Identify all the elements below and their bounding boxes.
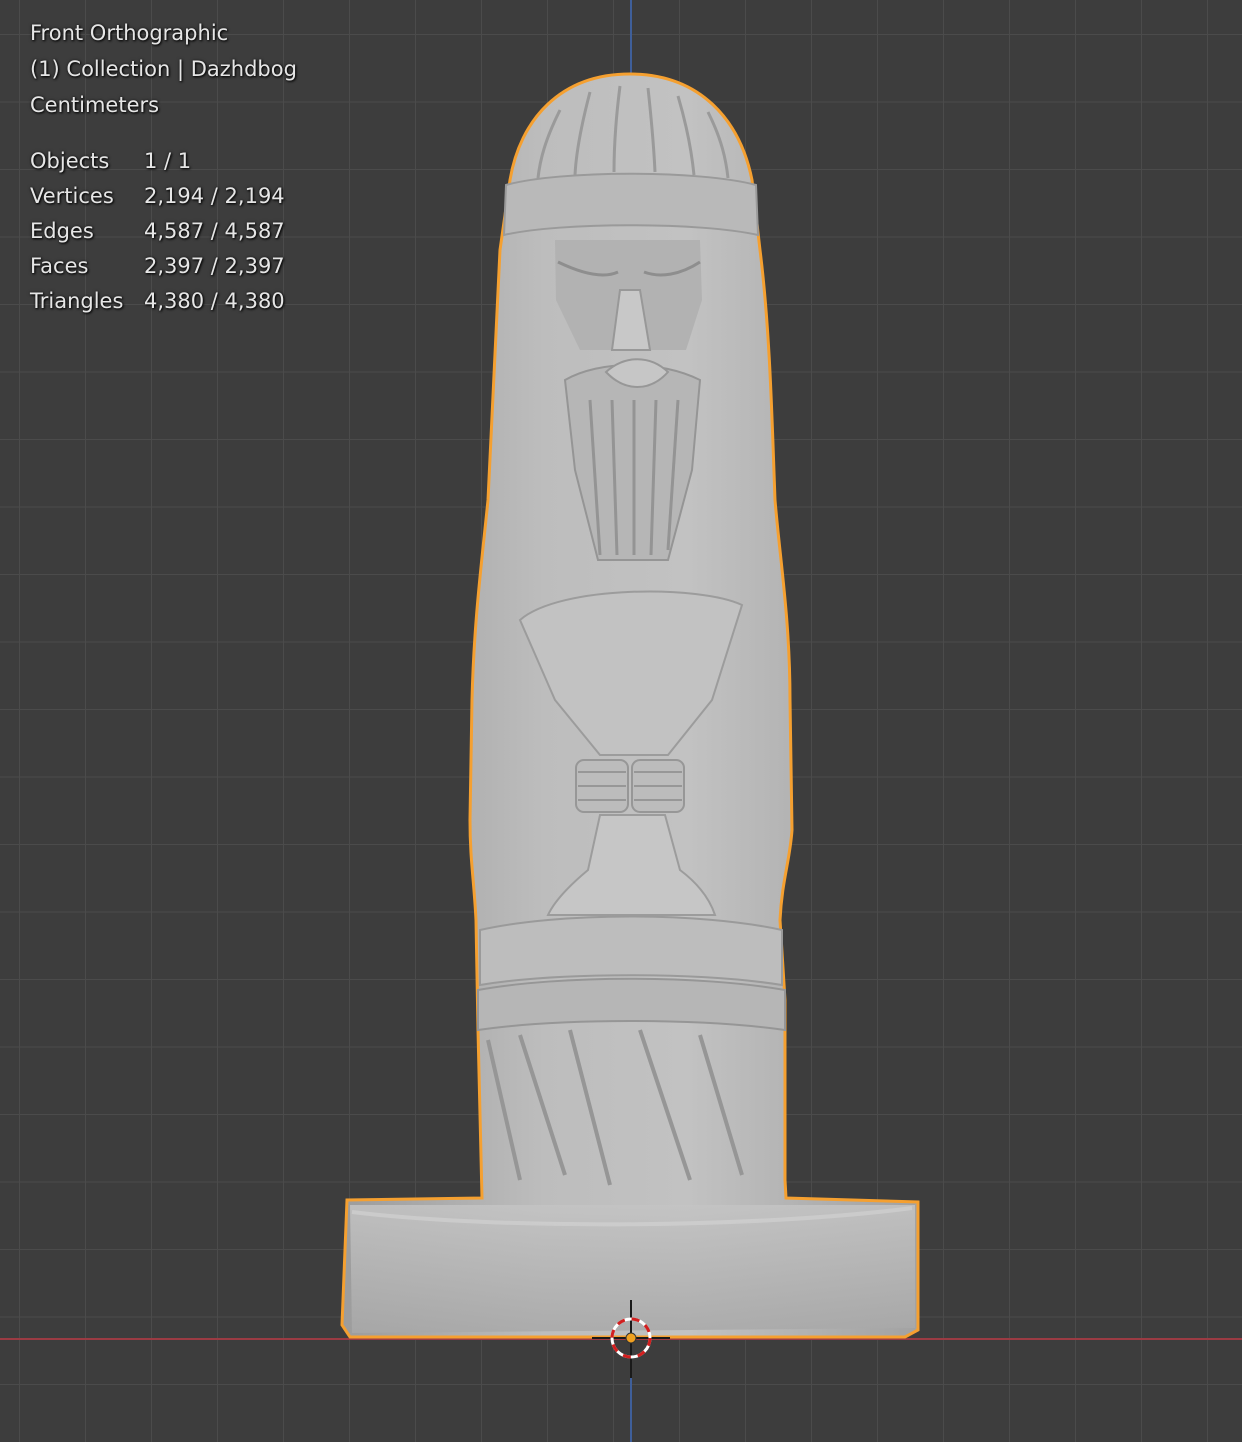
stat-label: Triangles [30, 289, 124, 313]
stat-value: 4,380 / 4,380 [144, 289, 285, 313]
stat-label: Vertices [30, 184, 114, 208]
stat-row-triangles: Triangles 4,380 / 4,380 [30, 286, 297, 321]
stat-value: 2,194 / 2,194 [144, 184, 285, 208]
stat-label: Edges [30, 219, 94, 243]
stat-row-objects: Objects 1 / 1 [30, 146, 297, 181]
stat-label: Objects [30, 149, 110, 173]
stat-row-edges: Edges 4,587 / 4,587 [30, 216, 297, 251]
units-label: Centimeters [30, 93, 160, 117]
3d-viewport[interactable]: Front Orthographic (1) Collection | Dazh… [0, 0, 1242, 1442]
scene-statistics: Objects 1 / 1 Vertices 2,194 / 2,194 Edg… [30, 146, 297, 321]
stat-row-faces: Faces 2,397 / 2,397 [30, 251, 297, 286]
stat-value: 1 / 1 [144, 149, 192, 173]
view-name: Front Orthographic [30, 21, 229, 45]
stat-row-vertices: Vertices 2,194 / 2,194 [30, 181, 297, 216]
statue-headband [502, 172, 760, 237]
stat-label: Faces [30, 254, 89, 278]
viewport-info-overlay: Front Orthographic (1) Collection | Dazh… [30, 18, 297, 321]
stat-value: 2,397 / 2,397 [144, 254, 285, 278]
collection-line: (1) Collection | Dazhdbog [30, 57, 297, 81]
stat-value: 4,587 / 4,587 [144, 219, 285, 243]
